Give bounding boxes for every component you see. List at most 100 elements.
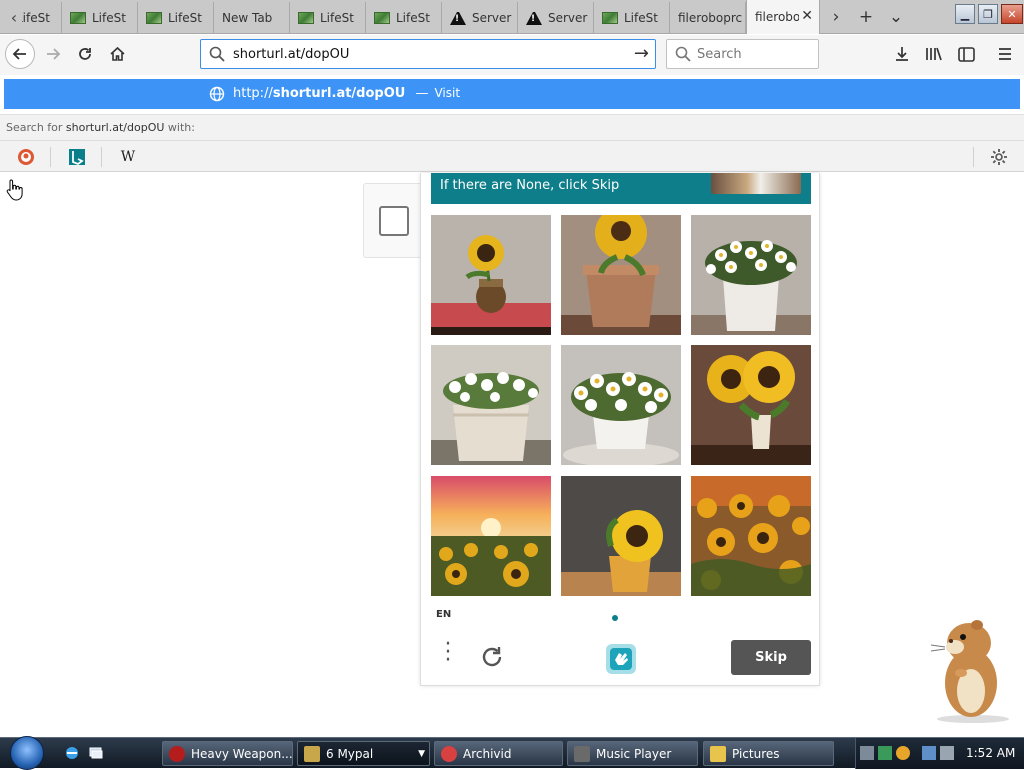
captcha-image-sunflower-field[interactable] bbox=[691, 476, 811, 596]
tab-active[interactable]: fileroboprc ✕ bbox=[746, 0, 820, 34]
volume-muted-icon[interactable] bbox=[940, 746, 954, 760]
tab[interactable]: LifeSt bbox=[138, 2, 214, 34]
start-button[interactable] bbox=[10, 736, 44, 770]
page-content: If there are None, click Skip EN · · · S… bbox=[0, 173, 1024, 737]
sidebar-button[interactable] bbox=[951, 39, 981, 69]
music-player-icon bbox=[574, 745, 590, 762]
search-with-prefix: Search for bbox=[6, 121, 63, 134]
go-arrow-icon[interactable]: → bbox=[634, 43, 649, 64]
url-input[interactable] bbox=[233, 44, 623, 64]
taskbar-item-label: Music Player bbox=[596, 746, 672, 761]
library-button[interactable] bbox=[919, 39, 949, 69]
captcha-image-sunflower-vase[interactable] bbox=[691, 345, 811, 465]
taskbar-item-active[interactable]: 6 Mypal ▼ bbox=[297, 741, 430, 766]
divider bbox=[50, 147, 51, 167]
captcha-prompt: If there are None, click Skip bbox=[431, 173, 811, 204]
show-desktop-icon[interactable] bbox=[88, 745, 104, 761]
minimize-icon[interactable]: ▁ bbox=[955, 4, 975, 24]
search-bar[interactable] bbox=[666, 39, 819, 69]
tab[interactable]: LifeSt bbox=[62, 2, 138, 34]
tab[interactable]: Server bbox=[518, 2, 594, 34]
library-icon bbox=[926, 47, 942, 61]
tab[interactable]: fileroboprc bbox=[670, 2, 746, 34]
taskbar-item-label: Pictures bbox=[732, 746, 780, 761]
menu-button[interactable] bbox=[990, 39, 1020, 69]
all-tabs-chevron-down-icon[interactable]: ⌄ bbox=[881, 0, 911, 34]
reload-button[interactable] bbox=[70, 39, 100, 69]
captcha-image-daisy-pot[interactable] bbox=[691, 215, 811, 335]
taskbar-item-label: 6 Mypal bbox=[326, 746, 374, 761]
duckduckgo-icon[interactable] bbox=[15, 147, 37, 167]
tray-app-icon[interactable] bbox=[878, 746, 892, 760]
back-button[interactable] bbox=[5, 39, 35, 69]
tray-tool-icon[interactable] bbox=[860, 746, 874, 760]
taskbar-item[interactable]: Archivid bbox=[434, 741, 563, 766]
captcha-image-sunflower-field-sunset[interactable] bbox=[431, 476, 551, 596]
page-indicator-dot bbox=[612, 615, 618, 621]
search-input[interactable] bbox=[697, 45, 812, 63]
tab[interactable]: LifeSt bbox=[290, 2, 366, 34]
forward-button[interactable] bbox=[38, 39, 68, 69]
tab-label: fileroboprc bbox=[678, 11, 743, 25]
taskbar-item-label: Heavy Weapon... bbox=[191, 746, 293, 761]
captcha-image-daisy-pot[interactable] bbox=[561, 345, 681, 465]
network-icon[interactable] bbox=[922, 746, 936, 760]
tab[interactable]: Server bbox=[442, 2, 518, 34]
new-tab-icon[interactable]: + bbox=[851, 0, 881, 34]
captcha-example-image bbox=[711, 173, 801, 194]
captcha-image-daisy-pot[interactable] bbox=[431, 345, 551, 465]
captcha-checkbox[interactable] bbox=[379, 206, 409, 236]
language-selector[interactable]: EN bbox=[436, 609, 451, 620]
captcha-challenge: If there are None, click Skip EN · · · S… bbox=[420, 173, 820, 686]
restore-icon[interactable]: ❐ bbox=[978, 4, 998, 24]
one-off-search-engines: W bbox=[0, 140, 1024, 172]
wikipedia-icon[interactable]: W bbox=[117, 147, 139, 167]
taskbar: Heavy Weapon... 6 Mypal ▼ Archivid Music… bbox=[0, 736, 1024, 770]
download-icon bbox=[896, 47, 908, 61]
tab-label: fileroboprc bbox=[755, 10, 799, 24]
bing-icon[interactable] bbox=[66, 147, 88, 167]
captcha-image-sunflower-vase[interactable] bbox=[561, 476, 681, 596]
home-icon bbox=[109, 46, 125, 61]
suggestion-dash: — bbox=[415, 86, 429, 101]
tab-label: Server bbox=[472, 11, 512, 25]
divider bbox=[973, 147, 974, 167]
taskbar-item[interactable]: Music Player bbox=[567, 741, 698, 766]
taskbar-item[interactable]: Heavy Weapon... bbox=[162, 741, 293, 766]
refresh-icon[interactable] bbox=[479, 644, 505, 670]
suggestion-url: http://shorturl.at/dopOU — Visit bbox=[233, 86, 460, 101]
tab[interactable]: LifeSt bbox=[22, 2, 62, 34]
tab[interactable]: LifeSt bbox=[594, 2, 670, 34]
taskbar-item[interactable]: Pictures bbox=[703, 741, 834, 766]
tab[interactable]: LifeSt bbox=[366, 2, 442, 34]
taskbar-item-label: Archivid bbox=[463, 746, 512, 761]
money-icon bbox=[70, 12, 86, 24]
captcha-image-sunflower-vase[interactable] bbox=[431, 215, 551, 335]
tab-label: LifeSt bbox=[22, 11, 50, 25]
clock[interactable]: 1:52 AM bbox=[966, 746, 1015, 760]
hand-cursor-icon bbox=[6, 179, 23, 201]
money-icon bbox=[146, 12, 162, 24]
close-tab-icon[interactable]: ✕ bbox=[801, 8, 813, 24]
url-suggestion-row[interactable]: http://shorturl.at/dopOU — Visit bbox=[4, 79, 1020, 109]
search-icon bbox=[209, 46, 225, 62]
internet-explorer-icon[interactable] bbox=[64, 745, 80, 761]
more-options-icon[interactable]: · · · bbox=[441, 634, 455, 672]
captcha-prompt-text: If there are None, click Skip bbox=[440, 178, 620, 193]
window-close-icon[interactable]: ✕ bbox=[1001, 4, 1023, 24]
tab-label: LifeSt bbox=[396, 11, 430, 25]
hamster-mascot-image bbox=[930, 620, 1009, 723]
tray-search-icon[interactable] bbox=[896, 746, 910, 760]
gear-icon[interactable] bbox=[988, 147, 1010, 167]
captcha-image-sunflower-pot[interactable] bbox=[561, 215, 681, 335]
money-icon bbox=[374, 12, 390, 24]
skip-button[interactable]: Skip bbox=[731, 640, 811, 675]
sidebar-icon bbox=[957, 46, 975, 62]
tab[interactable]: New Tab bbox=[214, 2, 290, 34]
home-button[interactable] bbox=[102, 39, 132, 69]
tab-scroll-right-icon[interactable]: › bbox=[821, 0, 851, 34]
archivid-icon bbox=[441, 745, 457, 762]
downloads-button[interactable] bbox=[887, 39, 917, 69]
url-bar[interactable]: → bbox=[200, 39, 656, 69]
tab-label: LifeSt bbox=[168, 11, 202, 25]
